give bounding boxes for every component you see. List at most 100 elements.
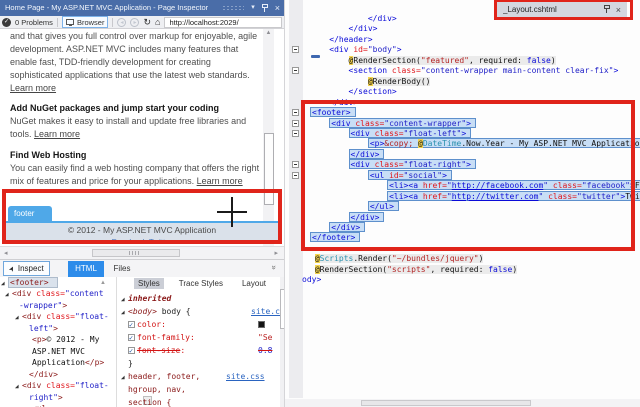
- code-fold-icon[interactable]: [292, 161, 299, 169]
- code-line[interactable]: </div>: [368, 14, 397, 24]
- tree-node[interactable]: ◢ <footer>: [1, 277, 58, 289]
- code-token: class=: [36, 289, 65, 299]
- prop-checkbox[interactable]: [128, 346, 135, 356]
- scroll-thumb[interactable]: [92, 249, 180, 257]
- code-line[interactable]: </section>: [349, 87, 397, 97]
- code-token: @: [314, 264, 320, 274]
- styles-inherited-group[interactable]: ◢ inherited: [121, 294, 171, 305]
- tree-scroll-up-icon[interactable]: ▲: [100, 280, 106, 286]
- window-menu-icon[interactable]: ▾: [251, 0, 255, 16]
- styles-body-rule[interactable]: ◢<body> body {site.css: [121, 307, 281, 318]
- code-fold-icon[interactable]: [292, 67, 299, 75]
- code-token: >: [613, 66, 619, 76]
- stylesheet-link[interactable]: site.css: [251, 307, 281, 317]
- page-inspector-window: Home Page - My ASP.NET MVC Application -…: [0, 0, 640, 407]
- code-line[interactable]: <div id="body">: [329, 45, 401, 55]
- tree-node[interactable]: </div>: [22, 370, 58, 381]
- style-prop-font-size[interactable]: font-size:0.8: [128, 346, 272, 356]
- style-prop-font-family[interactable]: font-family:"Se: [128, 333, 272, 343]
- code-token: </div>: [348, 24, 378, 34]
- code-editor[interactable]: </div> </div> </header> <div id="body"> @Ren…: [284, 0, 640, 407]
- code-token: RenderSection(: [353, 55, 421, 65]
- scroll-thumb[interactable]: [361, 400, 531, 406]
- code-fold-icon[interactable]: [292, 119, 299, 127]
- code-token: Fa: [634, 181, 640, 191]
- tab-styles[interactable]: Styles: [134, 278, 164, 289]
- inspect-button[interactable]: ➤ Inspect: [3, 261, 50, 276]
- code-token: >: [396, 45, 402, 55]
- code-line[interactable]: ody>: [302, 275, 321, 285]
- expanded-icon[interactable]: ◢: [1, 279, 8, 289]
- code-line[interactable]: @RenderSection("scripts", required: fals…: [314, 264, 518, 275]
- code-token: "featured": [420, 55, 469, 65]
- browser-dropdown[interactable]: Browser: [61, 16, 109, 28]
- code-fold-icon[interactable]: [292, 129, 299, 137]
- code-fold-icon[interactable]: [292, 109, 299, 117]
- code-line[interactable]: </header>: [329, 35, 372, 45]
- learn-more-link-3[interactable]: Learn more: [197, 176, 243, 186]
- stylesheet-link[interactable]: site.css: [226, 372, 265, 382]
- code-token: Scripts: [319, 254, 354, 264]
- code-line[interactable]: </div>: [349, 24, 378, 34]
- code-line[interactable]: @RenderBody(): [367, 76, 431, 87]
- tree-node[interactable]: Application</p>: [25, 358, 104, 369]
- color-swatch: [258, 321, 265, 328]
- pin-icon[interactable]: [261, 3, 268, 13]
- code-token: "content: [65, 289, 104, 299]
- collapsed-region-marker[interactable]: [311, 55, 320, 58]
- tab-html[interactable]: HTML: [68, 261, 104, 277]
- prop-checkbox[interactable]: [128, 333, 135, 343]
- code-token: class=: [46, 381, 75, 391]
- tab-trace-styles[interactable]: Trace Styles: [175, 278, 227, 289]
- tab-layout[interactable]: Layout: [238, 278, 270, 289]
- code-token: , required:: [468, 55, 527, 65]
- tree-node[interactable]: ◢ <div class="float-: [15, 312, 109, 323]
- prop-checkbox[interactable]: [128, 320, 135, 330]
- code-line[interactable]: <section class="content-wrapper main-con…: [349, 66, 619, 76]
- tree-node[interactable]: -wrapper">: [12, 301, 67, 312]
- browser-label: Browser: [76, 17, 105, 27]
- code-fold-icon[interactable]: [292, 46, 299, 54]
- code-token: Application: [32, 358, 85, 368]
- learn-more-link-2[interactable]: Learn more: [34, 129, 80, 139]
- scroll-right-icon[interactable]: ▸: [274, 249, 278, 257]
- inspection-panel-body: ◢ <footer> ◢ <div class="content -wrapper">…: [0, 277, 284, 407]
- annotation-box-footer-code: [301, 100, 635, 251]
- browser-horizontal-scrollbar[interactable]: ◂ ▸: [0, 246, 284, 259]
- learn-more-link-1[interactable]: Learn more: [10, 83, 56, 93]
- problems-check-icon: ✓: [2, 17, 11, 27]
- code-token: , required:: [430, 264, 489, 274]
- code-fold-icon[interactable]: [292, 171, 299, 179]
- scroll-left-icon[interactable]: ◂: [4, 249, 8, 257]
- refresh-icon[interactable]: ↻: [143, 17, 151, 27]
- tab-files[interactable]: Files: [106, 261, 138, 277]
- code-token: ): [550, 55, 556, 65]
- styles-header-footer-rule[interactable]: ◢ header, footer, site.css: [121, 372, 281, 383]
- collapse-chevron-icon[interactable]: »: [269, 265, 278, 269]
- tree-node[interactable]: <p>© 2012 - My: [25, 335, 99, 346]
- tool-window-titlebar[interactable]: Home Page - My ASP.NET MVC Application -…: [0, 0, 284, 16]
- expanded-icon[interactable]: ◢: [15, 382, 22, 392]
- expanded-icon[interactable]: ◢: [5, 290, 12, 300]
- home-icon[interactable]: ⌂: [155, 17, 160, 27]
- tree-node[interactable]: ASP.NET MVC: [25, 347, 85, 358]
- intro-paragraph: and that gives you full control over mar…: [10, 31, 258, 93]
- tree-node[interactable]: left">: [22, 324, 58, 335]
- code-token: </div>: [367, 14, 397, 23]
- url-input[interactable]: http://localhost:2029/: [164, 16, 282, 28]
- code-line[interactable]: @Scripts.Render("~/bundles/jquery"): [314, 254, 484, 264]
- style-prop-color[interactable]: color:: [128, 320, 265, 330]
- editor-horizontal-scrollbar[interactable]: [285, 399, 640, 407]
- expanded-icon[interactable]: ◢: [15, 313, 22, 323]
- scroll-up-icon[interactable]: ▲: [263, 30, 274, 36]
- close-icon[interactable]: ×: [275, 3, 280, 13]
- tree-node[interactable]: ◢ <div class="float-: [15, 381, 109, 392]
- tree-node[interactable]: right">: [22, 393, 63, 404]
- code-token: <div: [22, 381, 47, 391]
- code-line[interactable]: @RenderSection("featured", required: fal…: [348, 55, 556, 66]
- forward-button[interactable]: ▸: [130, 17, 140, 27]
- problems-label[interactable]: 0 Problems: [15, 18, 53, 27]
- tree-node[interactable]: ◢ <div class="content: [5, 289, 104, 300]
- code-token: © 2012 - My: [46, 335, 100, 345]
- back-button[interactable]: ◂: [117, 17, 127, 27]
